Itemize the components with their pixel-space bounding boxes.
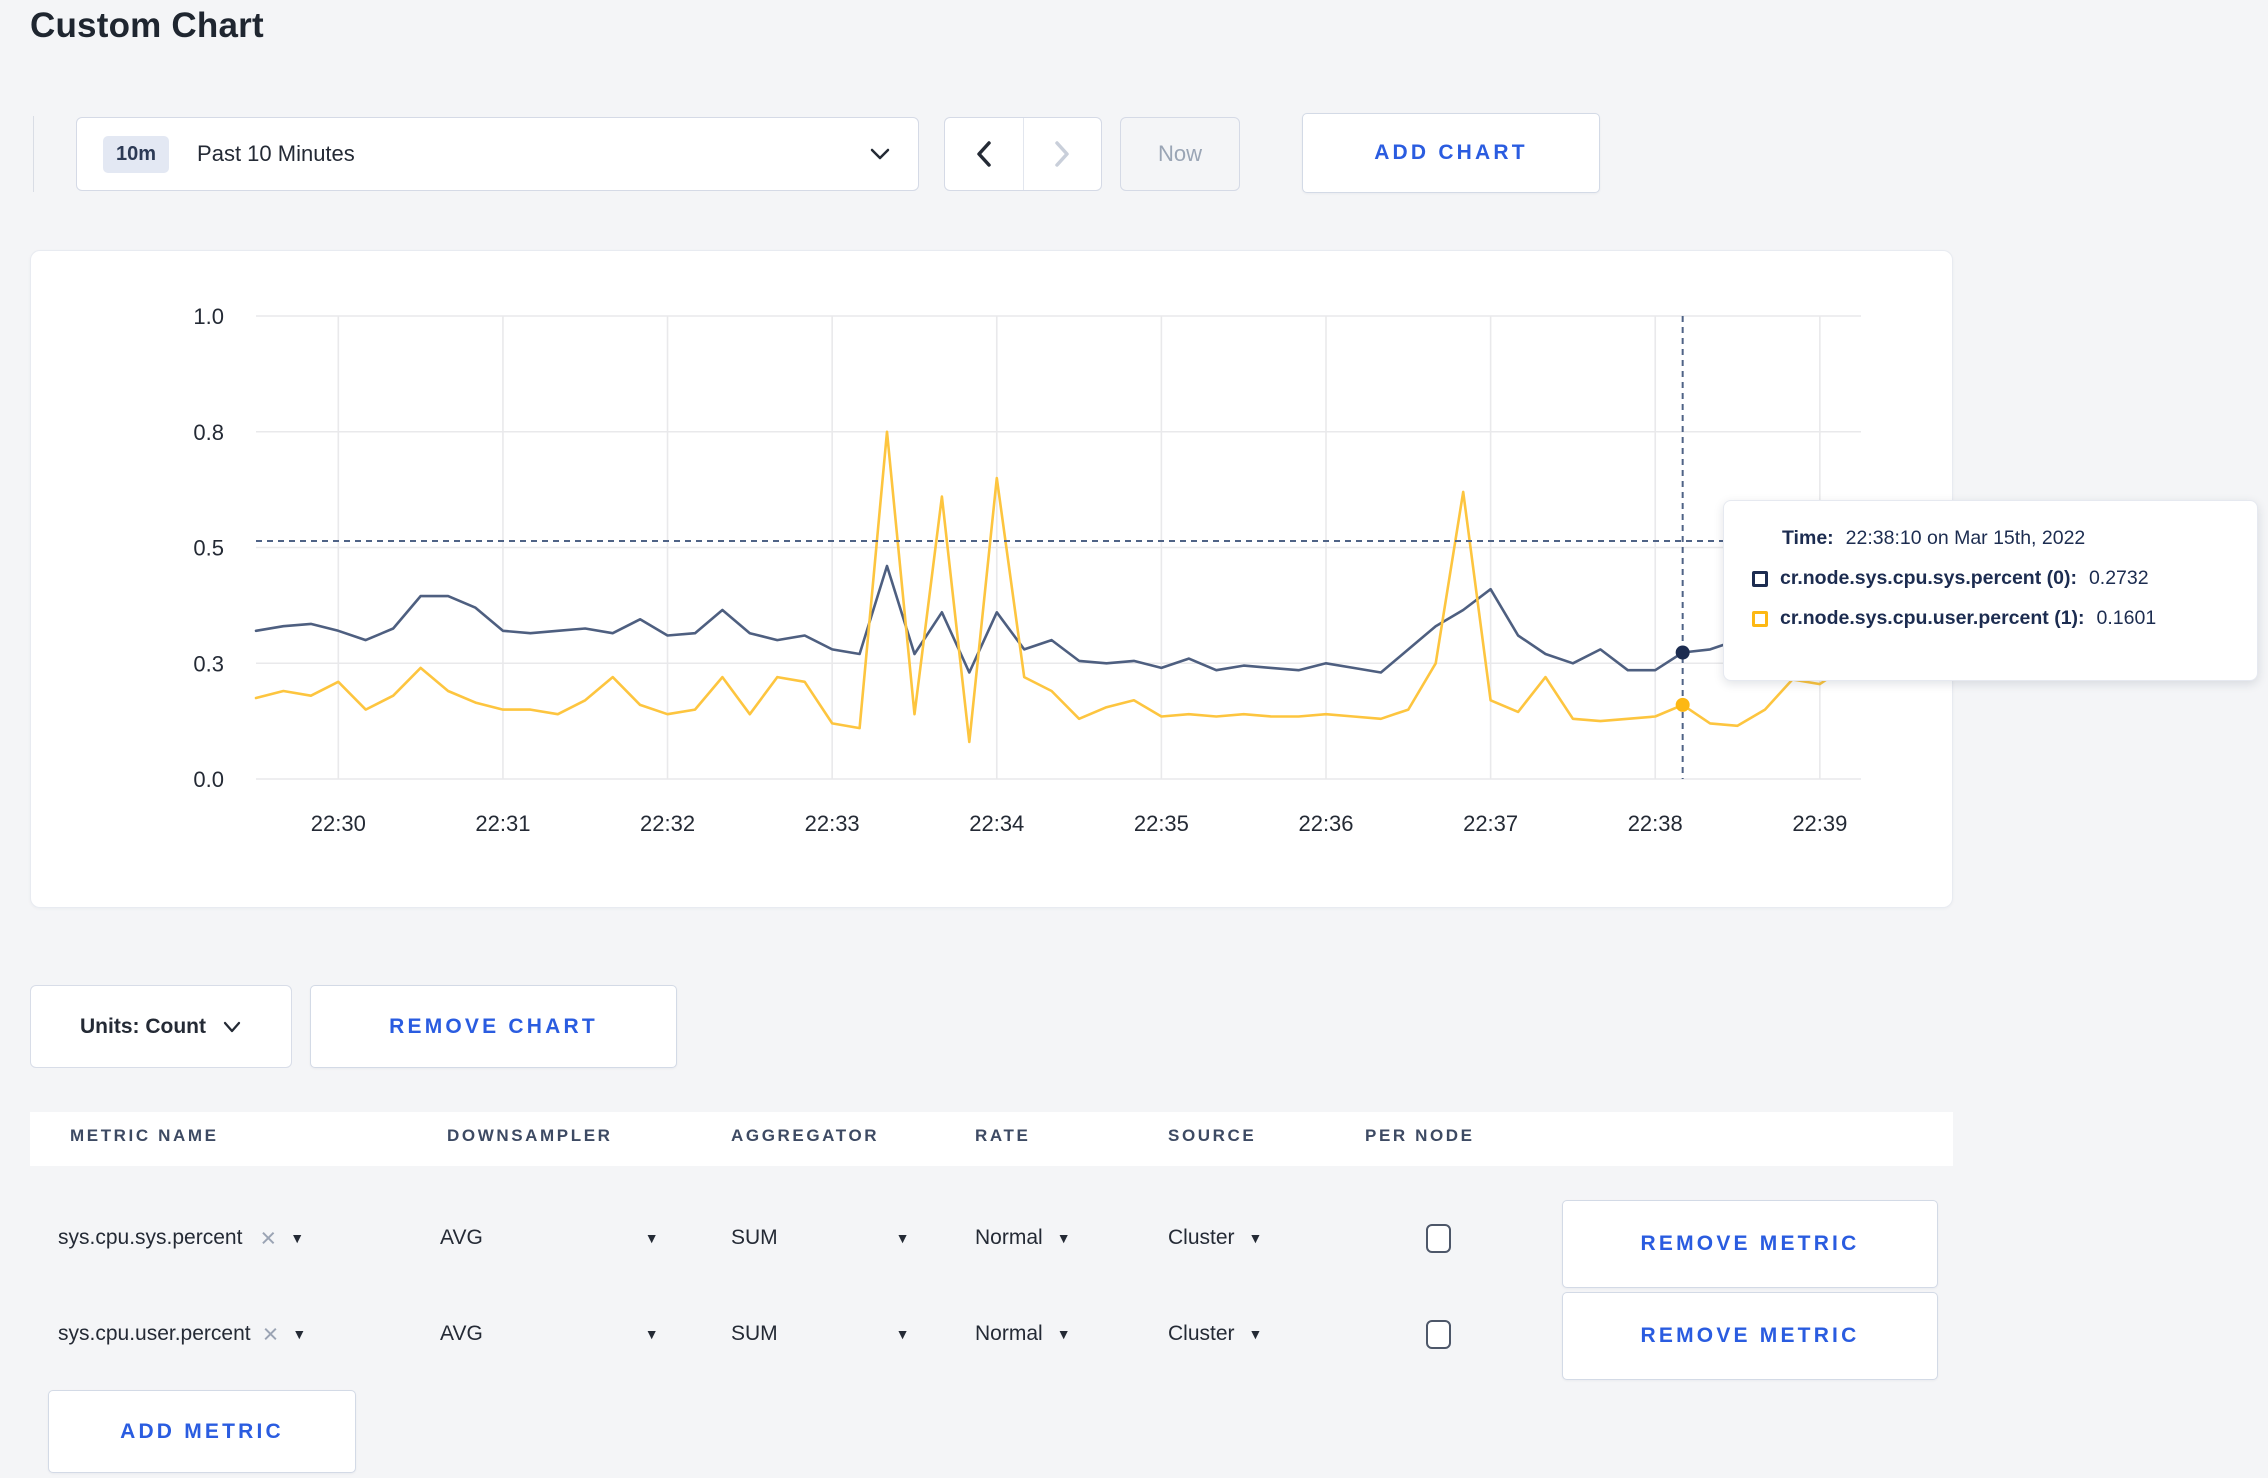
dropdown-caret-icon: ▼ [1056,1230,1071,1246]
chevron-down-icon [222,1020,242,1034]
svg-text:0.3: 0.3 [193,651,224,676]
downsampler-value: AVG [440,1322,483,1345]
downsampler-select[interactable]: AVG ▼ [440,1192,659,1284]
downsampler-select[interactable]: AVG ▼ [440,1288,659,1380]
metric-name-select[interactable]: sys.cpu.sys.percent × ▼ [58,1192,304,1284]
units-select[interactable]: Units: Count [30,985,292,1068]
source-value: Cluster [1168,1322,1235,1345]
svg-text:22:34: 22:34 [969,811,1024,836]
source-value: Cluster [1168,1226,1235,1249]
svg-text:22:37: 22:37 [1463,811,1518,836]
dropdown-caret-icon: ▼ [1056,1326,1071,1342]
time-range-select[interactable]: 10m Past 10 Minutes [76,117,919,191]
tooltip-series-sys-label: cr.node.sys.cpu.sys.percent (0): [1780,567,2077,589]
dropdown-caret-icon: ▼ [895,1326,910,1342]
svg-text:0.8: 0.8 [193,420,224,445]
col-header-rate: RATE [975,1126,1031,1145]
rate-select[interactable]: Normal ▼ [975,1288,1071,1380]
tooltip-time-label: Time: [1782,527,1834,549]
chart-card: 0.0 0.3 0.5 0.8 1.0 22:30 22:31 22:32 22:33 22:34… [30,250,1953,908]
svg-text:1.0: 1.0 [193,304,224,329]
custom-chart-page: Custom Chart 10m Past 10 Minutes Now ADD… [0,0,2268,1478]
metric-name-value: sys.cpu.user.percent [58,1322,251,1345]
svg-text:22:38: 22:38 [1628,811,1683,836]
chart-plot[interactable]: 0.0 0.3 0.5 0.8 1.0 22:30 22:31 22:32 22:33 22:34… [31,251,1954,909]
time-range-label: Past 10 Minutes [197,141,355,166]
metric-name-value: sys.cpu.sys.percent [58,1226,243,1249]
aggregator-value: SUM [731,1322,778,1345]
tooltip-series-sys-value: 0.2732 [2088,567,2149,589]
time-back-button[interactable] [945,118,1024,190]
chart-hover-tooltip: Time: 22:38:10 on Mar 15th, 2022 cr.node… [1723,500,2258,681]
series-sys-legend-swatch-icon [1752,570,1768,587]
clear-metric-icon[interactable]: × [263,1320,279,1348]
aggregator-select[interactable]: SUM ▼ [731,1192,910,1284]
rate-value: Normal [975,1226,1043,1249]
per-node-cell [1426,1192,1451,1284]
dropdown-caret-icon[interactable]: ▼ [292,1326,306,1342]
toolbar-left-divider [33,116,34,192]
remove-chart-button[interactable]: REMOVE CHART [310,985,677,1068]
col-header-metric-name: METRIC NAME [70,1126,219,1145]
clear-metric-icon[interactable]: × [260,1224,276,1252]
units-label: Units: Count [80,1014,206,1038]
now-button[interactable]: Now [1120,117,1240,191]
add-chart-button[interactable]: ADD CHART [1302,113,1600,193]
dropdown-caret-icon: ▼ [644,1230,659,1246]
source-select[interactable]: Cluster ▼ [1168,1288,1262,1380]
col-header-source: SOURCE [1168,1126,1257,1145]
series-user-legend-swatch-icon [1752,610,1768,627]
dropdown-caret-icon: ▼ [895,1230,910,1246]
svg-text:22:30: 22:30 [311,811,366,836]
svg-text:22:32: 22:32 [640,811,695,836]
aggregator-select[interactable]: SUM ▼ [731,1288,910,1380]
svg-text:22:33: 22:33 [805,811,860,836]
page-title: Custom Chart [30,6,264,45]
svg-text:22:36: 22:36 [1298,811,1353,836]
col-header-downsampler: DOWNSAMPLER [447,1126,613,1145]
chevron-down-icon [868,146,892,162]
col-header-aggregator: AGGREGATOR [731,1126,880,1145]
metric-name-select[interactable]: sys.cpu.user.percent × ▼ [58,1288,306,1380]
time-nav-group [944,117,1102,191]
svg-text:22:31: 22:31 [475,811,530,836]
source-select[interactable]: Cluster ▼ [1168,1192,1262,1284]
metrics-table-header: METRIC NAME DOWNSAMPLER AGGREGATOR RATE … [30,1112,1953,1166]
chevron-right-icon [1051,139,1073,169]
tooltip-time-value: 22:38:10 on Mar 15th, 2022 [1845,527,2086,549]
svg-text:0.5: 0.5 [193,536,224,561]
svg-text:22:35: 22:35 [1134,811,1189,836]
per-node-checkbox[interactable] [1426,1223,1451,1253]
add-metric-button[interactable]: ADD METRIC [48,1390,356,1473]
rate-select[interactable]: Normal ▼ [975,1192,1071,1284]
tooltip-series-user-value: 0.1601 [2096,607,2157,629]
svg-text:22:39: 22:39 [1792,811,1847,836]
remove-metric-button[interactable]: REMOVE METRIC [1562,1292,1938,1380]
per-node-checkbox[interactable] [1426,1319,1451,1349]
dropdown-caret-icon: ▼ [644,1326,659,1342]
dropdown-caret-icon: ▼ [1248,1230,1263,1246]
per-node-cell [1426,1288,1451,1380]
time-range-badge: 10m [103,135,170,173]
dropdown-caret-icon[interactable]: ▼ [290,1230,304,1246]
chevron-left-icon [973,139,995,169]
rate-value: Normal [975,1322,1043,1345]
downsampler-value: AVG [440,1226,483,1249]
col-header-per-node: PER NODE [1365,1126,1475,1145]
svg-text:0.0: 0.0 [193,767,224,792]
aggregator-value: SUM [731,1226,778,1249]
tooltip-series-user-label: cr.node.sys.cpu.user.percent (1): [1780,607,2085,629]
remove-metric-button[interactable]: REMOVE METRIC [1562,1200,1938,1288]
time-forward-button[interactable] [1024,118,1102,190]
dropdown-caret-icon: ▼ [1248,1326,1263,1342]
